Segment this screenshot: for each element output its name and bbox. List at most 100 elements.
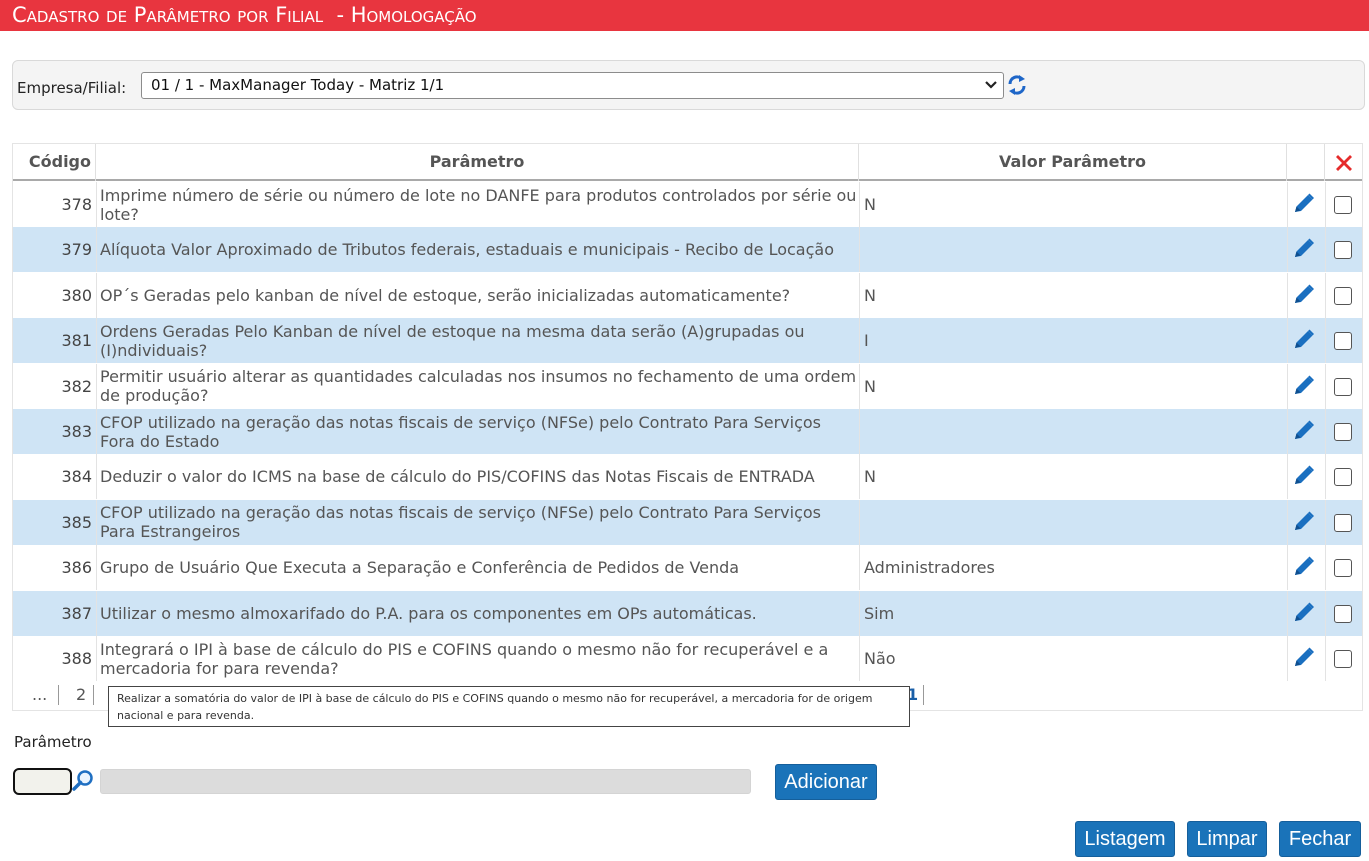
edit-pencil-icon[interactable] <box>1291 647 1317 671</box>
cell-code: 384 <box>61 467 92 487</box>
cell-param: Permitir usuário alterar as quantidades … <box>96 363 858 409</box>
cell-select <box>1325 454 1362 500</box>
cell-param: Ordens Geradas Pelo Kanban de nível de e… <box>96 318 858 364</box>
cell-param-text: Imprime número de série ou número de lot… <box>100 185 857 224</box>
parameters-grid: Código Parâmetro Valor Parâmetro 378 Impr… <box>12 143 1363 711</box>
cell-edit <box>1287 590 1325 636</box>
cell-edit <box>1287 272 1325 318</box>
cell-param: Integrará o IPI à base de cálculo do PIS… <box>96 636 858 681</box>
row-checkbox[interactable] <box>1334 196 1352 214</box>
cell-value: N <box>859 454 1287 500</box>
pager-ellipsis[interactable]: ... <box>32 685 47 705</box>
table-row[interactable]: 383 CFOP utilizado na geração das notas f… <box>13 409 1362 454</box>
cell-value: N <box>859 182 1287 227</box>
close-button[interactable]: Fechar <box>1279 821 1361 857</box>
param-tooltip: Realizar a somatória do valor de IPI à b… <box>108 686 910 727</box>
clear-button[interactable]: Limpar <box>1187 821 1267 857</box>
add-button[interactable]: Adicionar <box>775 764 877 800</box>
cell-value: Não <box>859 636 1287 681</box>
cell-value: I <box>859 318 1287 364</box>
table-row[interactable]: 384 Deduzir o valor do ICMS na base de cá… <box>13 454 1362 500</box>
cell-code: 380 <box>61 285 92 305</box>
table-row[interactable]: 388 Integrará o IPI à base de cálculo do … <box>13 636 1362 681</box>
edit-pencil-icon[interactable] <box>1291 602 1317 626</box>
table-row[interactable]: 379 Alíquota Valor Aproximado de Tributos… <box>13 227 1362 273</box>
cell-edit <box>1287 182 1325 227</box>
cell-param-text: CFOP utilizado na geração das notas fisc… <box>100 412 822 451</box>
cell-code: 386 <box>61 558 92 578</box>
table-row[interactable]: 382 Permitir usuário alterar as quantidad… <box>13 363 1362 409</box>
edit-pencil-icon[interactable] <box>1291 238 1317 262</box>
cell-param-text: Deduzir o valor do ICMS na base de cálcu… <box>100 467 815 487</box>
col-header-value[interactable]: Valor Parâmetro <box>859 144 1287 181</box>
row-checkbox[interactable] <box>1334 423 1352 441</box>
cell-select <box>1325 318 1362 364</box>
row-checkbox[interactable] <box>1334 650 1352 668</box>
row-checkbox[interactable] <box>1334 377 1352 396</box>
chevron-down-icon <box>985 81 997 89</box>
edit-pencil-icon[interactable] <box>1291 284 1317 308</box>
edit-pencil-icon[interactable] <box>1291 329 1317 353</box>
cell-param: Alíquota Valor Aproximado de Tributos fe… <box>96 227 858 273</box>
edit-pencil-icon[interactable] <box>1291 511 1317 535</box>
edit-pencil-icon[interactable] <box>1291 420 1317 444</box>
cell-param-text: Permitir usuário alterar as quantidades … <box>100 367 857 406</box>
company-branch-label: Empresa/Filial: <box>17 79 127 97</box>
cell-code: 379 <box>61 240 92 260</box>
cell-select <box>1325 363 1362 409</box>
cell-edit <box>1287 318 1325 364</box>
cell-code: 381 <box>61 331 92 351</box>
cell-code: 383 <box>61 422 92 441</box>
page-title: Cadastro de Parâmetro por Filial - Homol… <box>0 0 1369 31</box>
table-row[interactable]: 386 Grupo de Usuário Que Executa a Separa… <box>13 545 1362 591</box>
table-row[interactable]: 381 Ordens Geradas Pelo Kanban de nível d… <box>13 318 1362 364</box>
edit-pencil-icon[interactable] <box>1291 556 1317 580</box>
delete-x-icon[interactable] <box>1332 151 1356 175</box>
row-checkbox[interactable] <box>1334 513 1352 532</box>
cell-value: Administradores <box>859 545 1287 591</box>
search-icon[interactable] <box>70 768 96 794</box>
cell-value <box>859 499 1287 545</box>
cell-select <box>1325 590 1362 636</box>
row-checkbox[interactable] <box>1334 559 1352 578</box>
table-row[interactable]: 387 Utilizar o mesmo almoxarifado do P.A.… <box>13 590 1362 636</box>
param-field-label: Parâmetro <box>14 733 92 751</box>
cell-param: Deduzir o valor do ICMS na base de cálcu… <box>96 454 858 500</box>
table-row[interactable]: 385 CFOP utilizado na geração das notas f… <box>13 499 1362 545</box>
pager-divider <box>93 685 94 705</box>
cell-value <box>859 409 1287 454</box>
cell-edit <box>1287 499 1325 545</box>
row-checkbox[interactable] <box>1334 286 1352 305</box>
edit-pencil-icon[interactable] <box>1291 193 1317 217</box>
param-code-input[interactable] <box>13 768 72 795</box>
cell-param-text: Utilizar o mesmo almoxarifado do P.A. pa… <box>100 603 757 623</box>
row-checkbox[interactable] <box>1334 241 1352 260</box>
grid-header: Código Parâmetro Valor Parâmetro <box>13 144 1362 181</box>
table-row[interactable]: 380 OP´s Geradas pelo kanban de nível de … <box>13 272 1362 318</box>
col-header-param[interactable]: Parâmetro <box>96 144 859 181</box>
cell-select <box>1325 227 1362 273</box>
cell-edit <box>1287 454 1325 500</box>
col-header-code[interactable]: Código <box>13 144 96 181</box>
row-checkbox[interactable] <box>1334 604 1352 623</box>
cell-param: Utilizar o mesmo almoxarifado do P.A. pa… <box>96 590 858 636</box>
refresh-icon[interactable] <box>1006 72 1028 98</box>
pager-page-2[interactable]: 2 <box>76 685 86 705</box>
table-row[interactable]: 378 Imprime número de série ou número de … <box>13 182 1362 227</box>
edit-pencil-icon[interactable] <box>1291 375 1317 399</box>
col-header-edit <box>1287 144 1325 181</box>
cell-edit <box>1287 409 1325 454</box>
cell-edit <box>1287 363 1325 409</box>
company-branch-select[interactable]: 01 / 1 - MaxManager Today - Matriz 1/1 <box>141 72 1004 99</box>
cell-edit <box>1287 227 1325 273</box>
cell-code: 388 <box>61 649 92 668</box>
row-checkbox[interactable] <box>1334 468 1352 487</box>
cell-param: CFOP utilizado na geração das notas fisc… <box>96 499 858 545</box>
cell-param-text: Grupo de Usuário Que Executa a Separação… <box>100 558 740 578</box>
list-button[interactable]: Listagem <box>1075 821 1175 857</box>
cell-value <box>859 227 1287 273</box>
cell-code: 382 <box>61 376 92 396</box>
cell-select <box>1325 499 1362 545</box>
row-checkbox[interactable] <box>1334 332 1352 351</box>
edit-pencil-icon[interactable] <box>1291 465 1317 489</box>
